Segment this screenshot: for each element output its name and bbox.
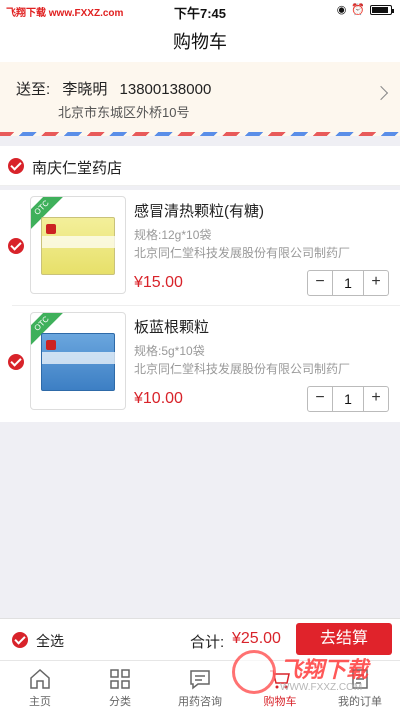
store-name: 南庆仁堂药店 (32, 160, 123, 177)
recipient-name: 李晓明 (62, 81, 108, 98)
product-title[interactable]: 板蓝根颗粒 (134, 316, 209, 337)
status-icons: ◉ ⏰ (336, 3, 394, 16)
tab-category[interactable]: 分类 (80, 661, 160, 710)
address-street: 北京市东城区外桥10号 (58, 105, 190, 120)
watermark-logo-icon (232, 650, 276, 694)
medicine-box-image (41, 217, 116, 275)
store-row: 南庆仁堂药店 (0, 146, 400, 186)
select-all-checkbox[interactable] (12, 632, 28, 648)
envelope-stripe (0, 132, 400, 136)
increase-button[interactable]: + (364, 387, 388, 411)
recipient-phone: 13800138000 (119, 81, 212, 98)
watermark-url: WWW.FXXZ.COM (280, 682, 363, 693)
home-icon (30, 668, 50, 689)
cart-item: OTC 板蓝根颗粒 规格:5g*10袋 北京同仁堂科技发展股份有限公司制药厂 ¥… (0, 306, 400, 422)
alarm-icon: ⏰ (351, 4, 365, 16)
chevron-right-icon[interactable] (373, 85, 389, 101)
product-price: ¥10.00 (134, 390, 183, 407)
site-watermark: 飞翔下载 WWW.FXXZ.COM (228, 644, 398, 706)
tab-label: 分类 (109, 696, 131, 708)
chat-icon (190, 670, 210, 690)
quantity-value[interactable]: 1 (332, 271, 364, 295)
quantity-stepper: − 1 + (307, 270, 389, 296)
item-checkbox[interactable] (8, 354, 24, 370)
medicine-box-image (41, 333, 116, 391)
increase-button[interactable]: + (364, 271, 388, 295)
battery-icon (370, 4, 394, 15)
product-spec: 规格:5g*10袋 (134, 344, 205, 358)
page-title: 购物车 (0, 22, 400, 62)
select-all-label[interactable]: 全选 (36, 631, 64, 651)
quantity-value[interactable]: 1 (332, 387, 364, 411)
address-label: 送至: (16, 81, 51, 98)
quantity-stepper: − 1 + (307, 386, 389, 412)
tab-home[interactable]: 主页 (0, 661, 80, 710)
product-price: ¥15.00 (134, 274, 183, 291)
grid-icon (110, 669, 130, 689)
store-checkbox[interactable] (8, 158, 24, 174)
decrease-button[interactable]: − (308, 387, 332, 411)
status-bar: 飞翔下载 www.FXXZ.com 下午7:45 ◉ ⏰ (0, 0, 400, 22)
total-label: 合计: (190, 634, 225, 651)
decrease-button[interactable]: − (308, 271, 332, 295)
product-spec: 规格:12g*10袋 (134, 228, 212, 242)
product-maker: 北京同仁堂科技发展股份有限公司制药厂 (134, 246, 351, 260)
watermark-text: 飞翔下载 (280, 657, 369, 682)
product-image[interactable]: OTC (30, 312, 126, 410)
cart-item: OTC 感冒清热颗粒(有糖) 规格:12g*10袋 北京同仁堂科技发展股份有限公… (0, 190, 400, 306)
tab-label: 主页 (29, 696, 51, 708)
item-checkbox[interactable] (8, 238, 24, 254)
lock-rotation-icon: ◉ (336, 4, 347, 16)
product-image[interactable]: OTC (30, 196, 126, 294)
product-title[interactable]: 感冒清热颗粒(有糖) (134, 200, 264, 221)
address-card[interactable]: 送至: 李晓明 13800138000 北京市东城区外桥10号 (0, 62, 400, 132)
product-maker: 北京同仁堂科技发展股份有限公司制药厂 (134, 362, 351, 376)
address-recipient: 送至: 李晓明 13800138000 (16, 78, 219, 99)
